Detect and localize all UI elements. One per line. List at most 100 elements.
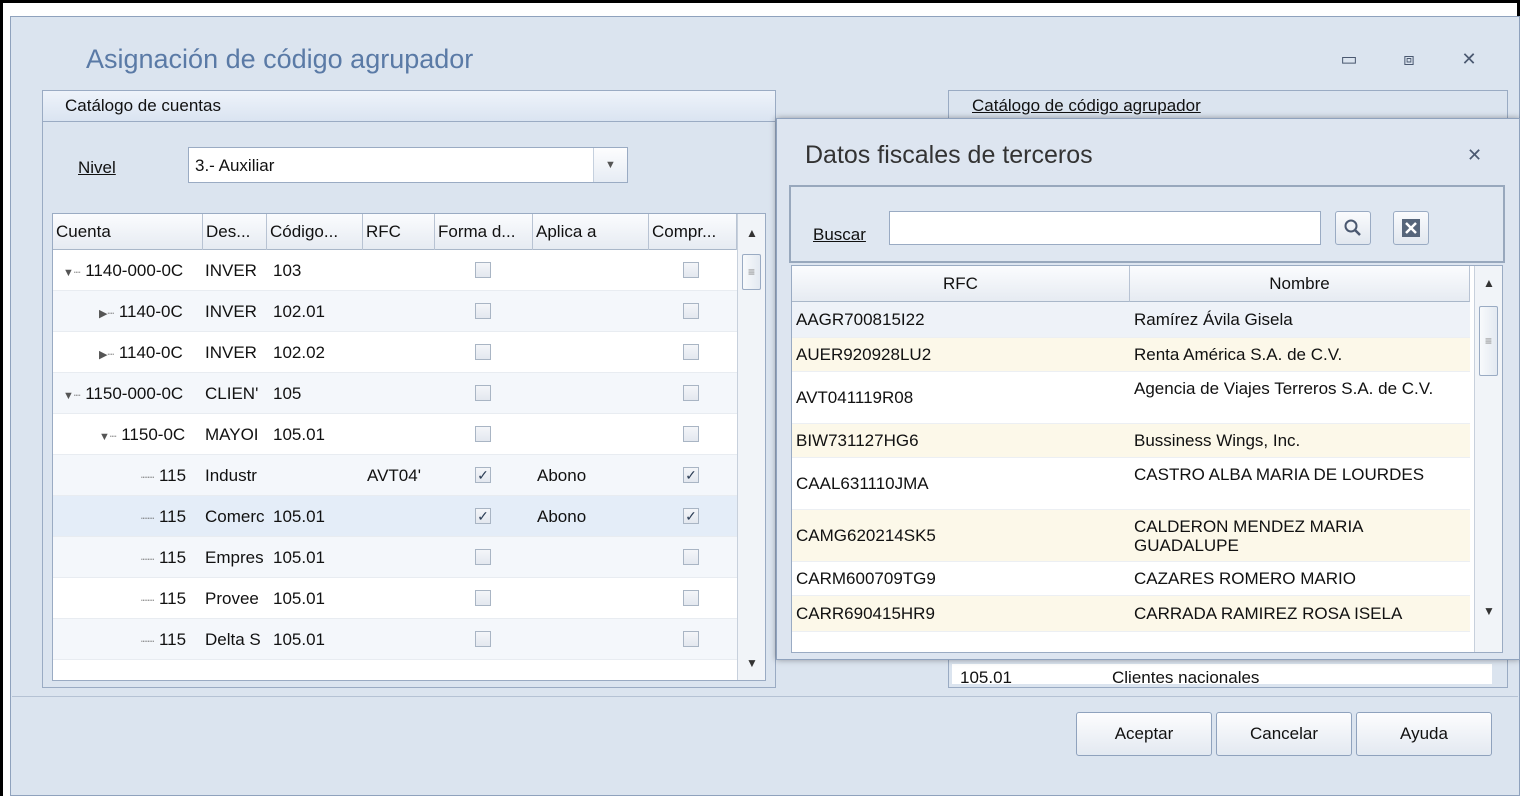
comprobante-checkbox[interactable] [683,631,699,647]
col-aplica[interactable]: Aplica a [533,214,649,250]
cuenta-row[interactable]: ┈┈ 115 Provee 105.01 [53,578,737,619]
tercero-row[interactable]: AAGR700815I22 Ramírez Ávila Gisela [792,302,1470,338]
forma-checkbox[interactable] [475,631,491,647]
popup-scroll-up-icon[interactable]: ▲ [1475,268,1502,298]
forma-checkbox[interactable]: ✓ [475,467,491,483]
comprobante-checkbox[interactable] [683,549,699,565]
rfc-cell [367,578,435,619]
cuenta-row[interactable]: ▼┈ 1140-000-0C INVER 103 [53,250,737,291]
codigo-cell: 105.01 [273,507,325,526]
comprobante-checkbox[interactable]: ✓ [683,467,699,483]
cuenta-row[interactable]: ▶┈ 1140-0C INVER 102.02 [53,332,737,373]
terceros-grid[interactable]: RFC Nombre AAGR700815I22 Ramírez Ávila Gi… [791,265,1503,653]
popup-close-icon[interactable]: ✕ [1467,145,1482,166]
forma-checkbox[interactable] [475,262,491,278]
clear-button[interactable] [1393,211,1429,245]
cuenta-row[interactable]: ┈┈ 115 Delta S 105.01 [53,619,737,660]
comprobante-checkbox[interactable] [683,262,699,278]
forma-checkbox[interactable] [475,549,491,565]
search-button[interactable] [1335,211,1371,245]
tercero-nombre: Ramírez Ávila Gisela [1134,310,1293,329]
codigo-cell: 105.01 [273,548,325,567]
aplica-cell [537,250,647,291]
cuenta-cell: ┈┈ 115 [141,455,203,496]
cuenta-row[interactable]: ▼┈ 1150-0C MAYOI 105.01 [53,414,737,455]
cuenta-row[interactable]: ┈┈ 115 Empres 105.01 [53,537,737,578]
col-forma[interactable]: Forma d... [435,214,533,250]
cuenta-cell: ▼┈ 1140-000-0C [63,250,203,291]
col-descripcion[interactable]: Des... [203,214,267,250]
popup-scroll-down-icon[interactable]: ▼ [1475,596,1502,626]
aceptar-button[interactable]: Aceptar [1076,712,1212,756]
forma-checkbox[interactable] [475,426,491,442]
comprobante-checkbox[interactable]: ✓ [683,508,699,524]
codigo-row-code: 105.01 [960,668,1012,684]
cuentas-scrollbar[interactable]: ▲ ≡ ▼ [737,214,765,680]
tercero-rfc: CARM600709TG9 [796,569,936,588]
tercero-nombre: CALDERON MENDEZ MARIA GUADALUPE [1134,517,1363,555]
maximize-icon[interactable]: ⧈ [1396,48,1422,70]
scroll-down-icon[interactable]: ▼ [738,648,765,678]
cuenta-cell: ┈┈ 115 [141,619,203,660]
close-icon[interactable]: ✕ [1456,48,1482,70]
nivel-select[interactable]: 3.- Auxiliar ▼ [188,147,628,183]
clear-icon [1402,219,1420,237]
ayuda-button[interactable]: Ayuda [1356,712,1492,756]
comprobante-checkbox[interactable] [683,590,699,606]
popup-scroll-thumb[interactable]: ≡ [1479,306,1498,376]
search-input[interactable] [889,211,1321,245]
rfc-cell [367,496,435,537]
dropdown-arrow-icon[interactable]: ▼ [593,148,627,182]
codigo-cell: 105.01 [273,425,325,444]
scroll-up-icon[interactable]: ▲ [738,218,765,248]
forma-checkbox[interactable] [475,590,491,606]
forma-checkbox[interactable] [475,385,491,401]
cuenta-cell: ▶┈ 1140-0C [99,291,203,332]
tercero-row[interactable]: CAAL631110JMA CASTRO ALBA MARIA DE LOURDE… [792,458,1470,510]
tercero-row[interactable]: AUER920928LU2 Renta América S.A. de C.V. [792,338,1470,372]
forma-checkbox[interactable] [475,344,491,360]
cancelar-button[interactable]: Cancelar [1216,712,1352,756]
codigo-row[interactable]: 105.01 Clientes nacionales [952,664,1492,684]
col-rfc[interactable]: RFC [363,214,435,250]
tercero-row[interactable]: CAMG620214SK5 CALDERON MENDEZ MARIA GUADA… [792,510,1470,562]
tercero-rfc: AVT041119R08 [796,388,914,407]
minimize-icon[interactable]: ▭ [1336,48,1362,70]
tercero-row[interactable]: CARR690415HR9 CARRADA RAMIREZ ROSA ISELA [792,596,1470,632]
collapse-icon[interactable]: ▼┈ [99,431,117,443]
comprobante-checkbox[interactable] [683,385,699,401]
cuentas-grid[interactable]: Cuenta Des... Código... RFC Forma d... A… [52,213,766,681]
cuenta-row[interactable]: ┈┈ 115 Comerc 105.01 Abono ✓ ✓ [53,496,737,537]
col-nombre[interactable]: Nombre [1130,266,1470,302]
collapse-icon[interactable]: ▼┈ [63,267,81,279]
tercero-row[interactable]: AVT041119R08 Agencia de Viajes Terreros S… [792,372,1470,424]
expand-icon[interactable]: ▶┈ [99,349,114,361]
forma-checkbox[interactable] [475,303,491,319]
cuenta-text: 1140-0C [114,343,183,362]
comprobante-checkbox[interactable] [683,426,699,442]
terceros-scrollbar[interactable]: ▲ ≡ ▼ [1474,266,1502,652]
col-codigo[interactable]: Código... [267,214,363,250]
cuenta-row[interactable]: ┈┈ 115 Industr AVT04' Abono ✓ ✓ [53,455,737,496]
collapse-icon[interactable]: ▼┈ [63,390,81,402]
codigo-cell: 102.01 [273,302,325,321]
footer-separator [12,696,1518,697]
expand-icon[interactable]: ▶┈ [99,308,114,320]
scroll-thumb[interactable]: ≡ [742,254,761,290]
tercero-row[interactable]: BIW731127HG6 Bussiness Wings, Inc. [792,424,1470,458]
col-rfc-terceros[interactable]: RFC [792,266,1130,302]
window-title: Asignación de código agrupador [86,44,474,74]
cuenta-row[interactable]: ▼┈ 1150-000-0C CLIEN' 105 [53,373,737,414]
tercero-row[interactable]: CARM600709TG9 CAZARES ROMERO MARIO [792,562,1470,596]
codigo-cell: 105.01 [273,630,325,649]
aplica-cell [537,291,647,332]
cuenta-row[interactable]: ▶┈ 1140-0C INVER 102.01 [53,291,737,332]
col-cuenta[interactable]: Cuenta [53,214,203,250]
descripcion-cell: Delta S [205,630,261,649]
nivel-label: Nivel [78,158,116,178]
comprobante-checkbox[interactable] [683,344,699,360]
comprobante-checkbox[interactable] [683,303,699,319]
col-comprobante[interactable]: Compr... [649,214,737,250]
forma-checkbox[interactable]: ✓ [475,508,491,524]
cuentas-grid-header: Cuenta Des... Código... RFC Forma d... A… [53,214,737,250]
